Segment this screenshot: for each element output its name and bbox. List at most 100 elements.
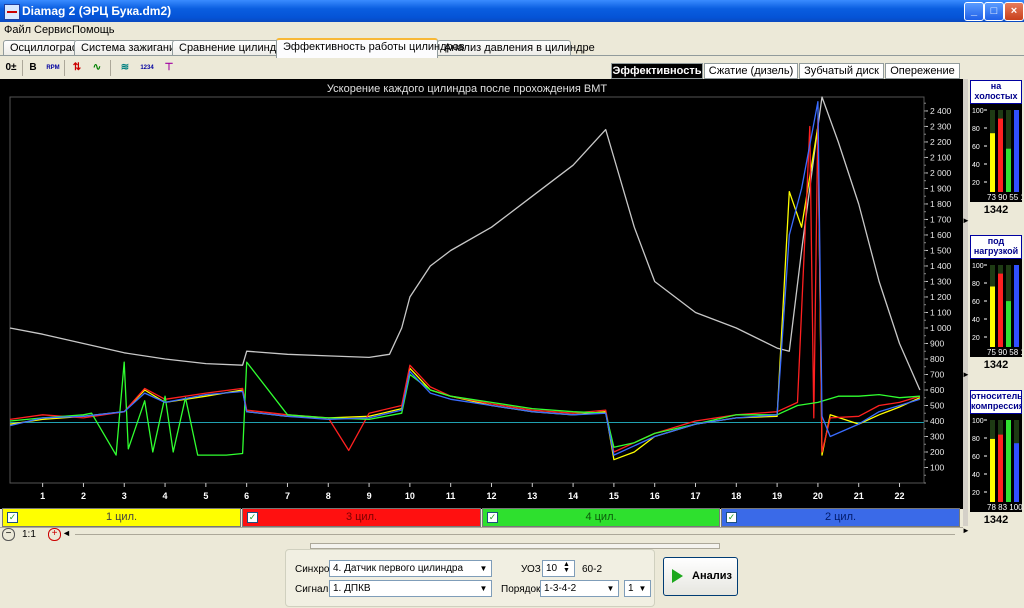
tab-compression-diesel[interactable]: Сжатие (дизель) bbox=[704, 63, 798, 79]
mode-bar bbox=[998, 273, 1003, 351]
y-tick-label: 2 400 bbox=[930, 106, 952, 116]
mode-bar bbox=[1014, 110, 1019, 196]
menu-service[interactable]: Сервис bbox=[34, 24, 72, 36]
y-tick-label: 2 200 bbox=[930, 137, 952, 147]
mode-tick: 100 bbox=[972, 108, 984, 115]
channel-label: 4 цил. bbox=[585, 511, 617, 523]
uoz-value: 10 bbox=[546, 563, 558, 574]
y-tick-label: 1 400 bbox=[930, 261, 952, 271]
menu-file[interactable]: Файл bbox=[4, 24, 31, 36]
uoz-stepper[interactable]: 10 ▲ ▼ bbox=[542, 560, 575, 577]
x-tick-label: 20 bbox=[813, 491, 823, 501]
x-tick-label: 18 bbox=[731, 491, 741, 501]
zoom-level: 1:1 bbox=[22, 529, 36, 540]
x-tick-label: 13 bbox=[527, 491, 537, 501]
tab-efficiency[interactable]: Эффективность bbox=[611, 63, 703, 79]
mode-bar bbox=[1006, 148, 1011, 196]
maximize-button[interactable]: □ bbox=[984, 2, 1004, 21]
tab-advance[interactable]: Опережение bbox=[885, 63, 960, 79]
chevron-down-icon[interactable]: ▼ bbox=[604, 582, 617, 595]
zoom-out-icon[interactable]: − bbox=[2, 528, 15, 541]
plot-frame bbox=[9, 96, 925, 484]
x-tick-label: 7 bbox=[285, 491, 290, 501]
x-tick-label: 11 bbox=[446, 491, 456, 501]
chevron-down-icon[interactable]: ▼ bbox=[477, 562, 490, 575]
x-tick-label: 8 bbox=[326, 491, 331, 501]
tab-ignition[interactable]: Система зажигания bbox=[74, 40, 181, 56]
mode-bar bbox=[1006, 420, 1011, 506]
bold-text-icon[interactable]: B bbox=[24, 59, 42, 77]
checkbox-icon[interactable]: ✓ bbox=[487, 512, 498, 523]
checkbox-icon[interactable]: ✓ bbox=[247, 512, 258, 523]
collapse-icon[interactable]: ► bbox=[962, 370, 970, 379]
tab-cylinder-efficiency[interactable]: Эффективность работы цилиндров bbox=[276, 38, 465, 58]
scroll-left-icon[interactable]: ◄ bbox=[62, 528, 71, 538]
y-tick-label: 300 bbox=[930, 431, 944, 441]
series-line bbox=[9, 96, 921, 391]
mode-panel-3: относительная компрессия 100 80 60 40 20 78 83… bbox=[970, 390, 1022, 540]
layers-icon[interactable]: ≋ bbox=[116, 59, 134, 77]
mode-bars: 100 80 60 40 20 73 90 55 100 bbox=[970, 104, 1022, 202]
y-tick-label: 900 bbox=[930, 338, 944, 348]
order-select[interactable]: 1-3-4-2 ▼ bbox=[540, 580, 619, 597]
mode-tick: 40 bbox=[972, 317, 980, 324]
mode-tick: 20 bbox=[972, 490, 980, 497]
scroll-track[interactable] bbox=[75, 534, 955, 535]
x-tick-label: 16 bbox=[650, 491, 660, 501]
x-tick-label: 3 bbox=[122, 491, 127, 501]
tab-cylinder-compare[interactable]: Сравнение цилиндров bbox=[172, 40, 294, 56]
y-tick-label: 1 900 bbox=[930, 183, 952, 193]
series-line bbox=[9, 101, 921, 456]
collapse-icon[interactable]: ► bbox=[962, 216, 970, 225]
analyze-button[interactable]: Анализ bbox=[663, 557, 738, 596]
interpolate-icon[interactable]: ⇅ bbox=[68, 59, 86, 77]
tab-oscilloscope[interactable]: Осциллограф bbox=[3, 40, 81, 56]
order-num-select[interactable]: 1 ▼ bbox=[624, 580, 651, 597]
y-tick-label: 1 700 bbox=[930, 214, 952, 224]
x-tick-label: 21 bbox=[854, 491, 864, 501]
sync-select[interactable]: 4. Датчик первого цилиндра ▼ bbox=[329, 560, 492, 577]
menu-help[interactable]: Помощь bbox=[72, 24, 115, 36]
rpm-icon[interactable]: RPM bbox=[44, 59, 62, 77]
mode-values: 78 83 100 73 bbox=[987, 503, 1022, 512]
zoom-icon[interactable]: 0± bbox=[2, 59, 20, 77]
order-value: 1-3-4-2 bbox=[544, 583, 577, 594]
chevron-down-icon[interactable]: ▼ bbox=[477, 582, 490, 595]
tab-tooth-disk[interactable]: Зубчатый диск bbox=[799, 63, 884, 79]
mode-tick: 80 bbox=[972, 436, 980, 443]
collapse-icon[interactable]: ► bbox=[962, 526, 970, 535]
y-tick-label: 2 100 bbox=[930, 152, 952, 162]
channel-4[interactable]: ✓ 4 цил. bbox=[482, 508, 720, 527]
mode-tick: 60 bbox=[972, 144, 980, 151]
y-tick-label: 600 bbox=[930, 385, 944, 395]
close-button[interactable]: × bbox=[1004, 2, 1024, 21]
markers-icon[interactable]: ⊤ bbox=[160, 59, 178, 77]
checkbox-icon[interactable]: ✓ bbox=[7, 512, 18, 523]
mode-bar bbox=[990, 133, 995, 196]
channel-1[interactable]: ✓ 1 цил. bbox=[2, 508, 241, 527]
mode-bars: 100 80 60 40 20 78 83 100 73 bbox=[970, 414, 1022, 512]
channel-2[interactable]: ✓ 2 цил. bbox=[721, 508, 960, 527]
spin-icon[interactable]: ▲ ▼ bbox=[560, 561, 573, 575]
channel-3[interactable]: ✓ 3 цил. bbox=[242, 508, 481, 527]
signal-select[interactable]: 1. ДПКВ ▼ bbox=[329, 580, 492, 597]
y-tick-label: 500 bbox=[930, 400, 944, 410]
analysis-controls: Синхро: 4. Датчик первого цилиндра ▼ Сиг… bbox=[285, 549, 655, 607]
mode-bar bbox=[990, 438, 995, 506]
mode-order: 1342 bbox=[983, 514, 1009, 526]
mode-panel-1: на холостых 100 80 60 40 20 73 90 55 100 1342 bbox=[970, 80, 1022, 230]
mode-tick: 20 bbox=[972, 180, 980, 187]
sidebar-splitter[interactable] bbox=[963, 79, 968, 526]
mode-title: на холостых bbox=[970, 80, 1022, 104]
trend-icon[interactable]: ∿ bbox=[88, 59, 106, 77]
minimize-button[interactable]: _ bbox=[964, 2, 984, 21]
zoom-in-icon[interactable]: + bbox=[48, 528, 61, 541]
y-tick-label: 1 000 bbox=[930, 323, 952, 333]
chevron-down-icon[interactable]: ▼ bbox=[636, 582, 649, 595]
y-tick-label: 1 500 bbox=[930, 245, 952, 255]
mode-tick: 100 bbox=[972, 263, 984, 270]
checkbox-icon[interactable]: ✓ bbox=[726, 512, 737, 523]
sequence-icon[interactable]: 1234 bbox=[138, 59, 156, 77]
mode-bar bbox=[998, 118, 1003, 196]
channel-label: 2 цил. bbox=[824, 511, 857, 523]
